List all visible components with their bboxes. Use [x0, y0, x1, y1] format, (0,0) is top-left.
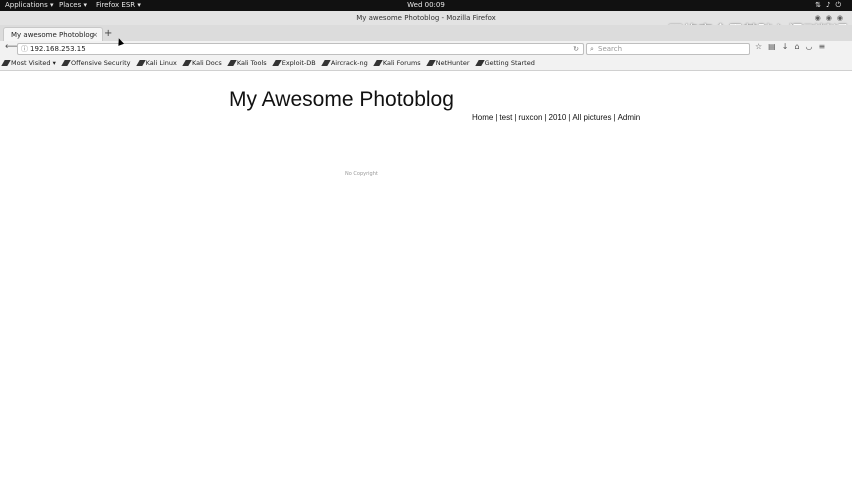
- bookmark-kali-forums[interactable]: Kali Forums: [373, 56, 421, 70]
- system-top-bar: Applications ▾ Places ▾ Firefox ESR ▾ We…: [0, 0, 852, 11]
- tab-title: My awesome Photoblog: [11, 31, 95, 39]
- nav-link-home[interactable]: Home: [472, 113, 493, 122]
- bookmark-most-visited[interactable]: Most Visited ▾: [1, 56, 56, 70]
- nethunter-icon: [426, 60, 436, 66]
- navigation-toolbar: ⟵ ⓘ 192.168.253.15 ↻ ⌕ Search ☆▤↓⌂◡≡: [0, 41, 852, 56]
- page-footer: No Copyright: [345, 171, 378, 177]
- nav-link-all-pictures[interactable]: All pictures: [572, 113, 611, 122]
- nav-separator: |: [495, 113, 498, 122]
- nav-link-ruxcon[interactable]: ruxcon: [518, 113, 542, 122]
- exploit-db-icon: [271, 60, 282, 66]
- back-arrow-icon[interactable]: ⟵: [5, 42, 18, 52]
- page-title: My Awesome Photoblog: [229, 88, 454, 111]
- library-icon[interactable]: ▤: [768, 42, 782, 51]
- tab-close-icon[interactable]: ×: [92, 28, 98, 42]
- search-icon: ⌕: [590, 45, 594, 53]
- kali-icon: [135, 60, 146, 66]
- window-title: My awesome Photoblog - Mozilla Firefox: [356, 14, 496, 22]
- bookmark-kali-tools[interactable]: Kali Tools: [227, 56, 267, 70]
- nav-separator: |: [514, 113, 517, 122]
- bookmark-offensive-security[interactable]: Offensive Security: [61, 56, 130, 70]
- tab-strip: My awesome Photoblog × +: [0, 25, 852, 42]
- folder-icon: [1, 60, 11, 66]
- nav-separator: |: [613, 113, 616, 122]
- nav-link-2010[interactable]: 2010: [549, 113, 567, 122]
- nav-separator: |: [544, 113, 547, 122]
- url-text[interactable]: 192.168.253.15: [30, 44, 86, 54]
- bookmark-kali-docs[interactable]: Kali Docs: [182, 56, 222, 70]
- tab-photoblog[interactable]: My awesome Photoblog ×: [3, 27, 103, 42]
- menu-icon[interactable]: ≡: [819, 42, 832, 51]
- bookmark-aircrack-ng[interactable]: Aircrack-ng: [321, 56, 368, 70]
- offsec-icon: [61, 60, 71, 66]
- bookmarks-toolbar: Most Visited ▾ Offensive Security Kali L…: [0, 56, 852, 71]
- kali-icon: [373, 60, 383, 66]
- aircrack-icon: [321, 60, 331, 66]
- kali-icon: [182, 60, 192, 66]
- system-clock[interactable]: Wed 00:09: [0, 0, 852, 11]
- bookmark-exploit-db[interactable]: Exploit-DB: [271, 56, 316, 70]
- new-tab-button[interactable]: +: [104, 27, 112, 41]
- nav-link-admin[interactable]: Admin: [618, 113, 641, 122]
- nav-link-test[interactable]: test: [499, 113, 512, 122]
- site-navigation: Home | test | ruxcon | 2010 | All pictures | Admin: [472, 113, 640, 122]
- downloads-icon[interactable]: ↓: [782, 42, 795, 51]
- power-icon[interactable]: ⏻: [835, 1, 846, 9]
- bookmark-nethunter[interactable]: NetHunter: [426, 56, 470, 70]
- home-icon[interactable]: ⌂: [794, 42, 805, 51]
- reload-icon[interactable]: ↻: [573, 44, 579, 54]
- network-icon[interactable]: ⇅: [815, 1, 826, 9]
- firefox-icon: [474, 60, 485, 66]
- nav-separator: |: [568, 113, 571, 122]
- system-tray[interactable]: ⇅♪⏻: [815, 0, 846, 11]
- kali-icon: [227, 60, 237, 66]
- toolbar-icons: ☆▤↓⌂◡≡: [755, 42, 831, 51]
- search-bar[interactable]: ⌕ Search: [586, 43, 750, 55]
- bookmark-getting-started[interactable]: Getting Started: [474, 56, 535, 70]
- search-placeholder: Search: [598, 45, 623, 53]
- bookmark-star-icon[interactable]: ☆: [755, 42, 768, 51]
- bookmark-kali-linux[interactable]: Kali Linux: [135, 56, 177, 70]
- url-bar[interactable]: ⓘ 192.168.253.15 ↻: [17, 43, 584, 55]
- site-info-icon[interactable]: ⓘ: [21, 44, 28, 54]
- pocket-icon[interactable]: ◡: [806, 42, 819, 51]
